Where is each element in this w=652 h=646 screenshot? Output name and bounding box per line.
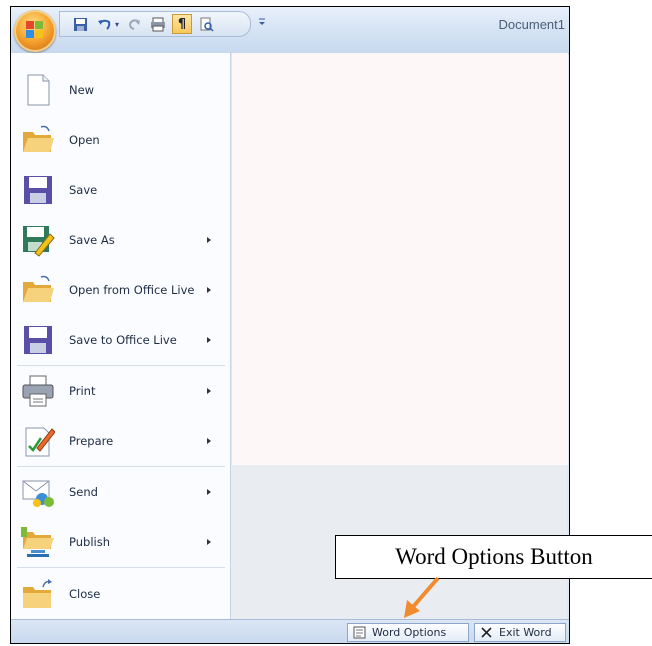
menu-item-label: Print — [69, 384, 96, 398]
save-icon — [24, 176, 52, 204]
menu-item-label: Open — [69, 133, 100, 147]
menu-item-open[interactable]: Open — [11, 115, 230, 165]
office-menu: New Open Save Save As Open from Office L… — [11, 53, 231, 622]
exit-x-icon — [481, 627, 492, 638]
menu-item-close[interactable]: Close — [11, 569, 230, 619]
submenu-arrow-icon — [207, 438, 211, 444]
menu-item-open-from-office-live[interactable]: Open from Office Live — [11, 265, 230, 315]
print-icon[interactable] — [148, 14, 168, 34]
menu-item-label: Close — [69, 587, 101, 601]
title-bar: ▾ ¶ Document1 — [11, 7, 569, 54]
customize-toolbar-icon[interactable] — [255, 11, 269, 33]
submenu-arrow-icon — [207, 489, 211, 495]
menu-item-prepare[interactable]: Prepare — [11, 416, 230, 466]
print-preview-icon[interactable] — [196, 14, 216, 34]
pilcrow-icon[interactable]: ¶ — [172, 14, 192, 34]
menu-divider — [17, 567, 225, 568]
word-options-icon — [353, 626, 366, 639]
office-button[interactable] — [14, 10, 56, 52]
menu-bottom-bar: Word Options Exit Word — [11, 619, 569, 643]
menu-item-new[interactable]: New — [11, 65, 230, 115]
menu-item-save[interactable]: Save — [11, 165, 230, 215]
menu-item-label: Save to Office Live — [69, 333, 177, 347]
menu-item-label: Prepare — [69, 434, 114, 448]
menu-item-save-to-office-live[interactable]: Save to Office Live — [11, 315, 230, 365]
folder-open-icon — [23, 125, 54, 152]
submenu-arrow-icon — [207, 287, 211, 293]
submenu-arrow-icon — [207, 237, 211, 243]
send-icon — [22, 480, 54, 507]
menu-item-label: Save — [69, 183, 98, 197]
menu-item-send[interactable]: Send — [11, 467, 230, 517]
menu-item-label: New — [69, 83, 95, 97]
save-icon — [24, 326, 52, 354]
submenu-arrow-icon — [207, 337, 211, 343]
quick-access-toolbar: ▾ ¶ — [59, 11, 251, 37]
submenu-arrow-icon — [207, 539, 211, 545]
submenu-arrow-icon — [207, 388, 211, 394]
save-icon[interactable] — [70, 14, 90, 34]
redo-icon[interactable] — [124, 14, 144, 34]
new-document-icon — [27, 74, 50, 106]
pilcrow-glyph: ¶ — [177, 16, 187, 32]
undo-icon[interactable] — [94, 14, 114, 34]
folder-open-icon — [23, 275, 54, 302]
document-title: Document1 — [498, 17, 565, 32]
recent-documents-pane — [231, 53, 568, 465]
publish-icon — [21, 527, 54, 557]
menu-item-label: Save As — [69, 233, 115, 247]
menu-item-label: Open from Office Live — [69, 283, 195, 297]
undo-dropdown-icon[interactable]: ▾ — [112, 14, 122, 34]
menu-item-label: Publish — [69, 535, 110, 549]
word-options-label: Word Options — [372, 626, 447, 639]
printer-icon — [22, 375, 54, 407]
annotation-arrow-icon — [404, 576, 440, 618]
close-folder-icon — [23, 579, 52, 608]
save-as-icon — [23, 226, 55, 257]
menu-item-save-as[interactable]: Save As — [11, 215, 230, 265]
exit-word-button[interactable]: Exit Word — [474, 623, 566, 642]
menu-item-print[interactable]: Print — [11, 366, 230, 416]
menu-item-publish[interactable]: Publish — [11, 517, 230, 567]
exit-word-label: Exit Word — [499, 626, 552, 639]
prepare-icon — [25, 427, 55, 457]
word-options-button[interactable]: Word Options — [347, 623, 469, 642]
menu-item-label: Send — [69, 485, 98, 499]
office-logo-icon — [26, 21, 43, 38]
annotation-callout: Word Options Button — [335, 535, 652, 579]
